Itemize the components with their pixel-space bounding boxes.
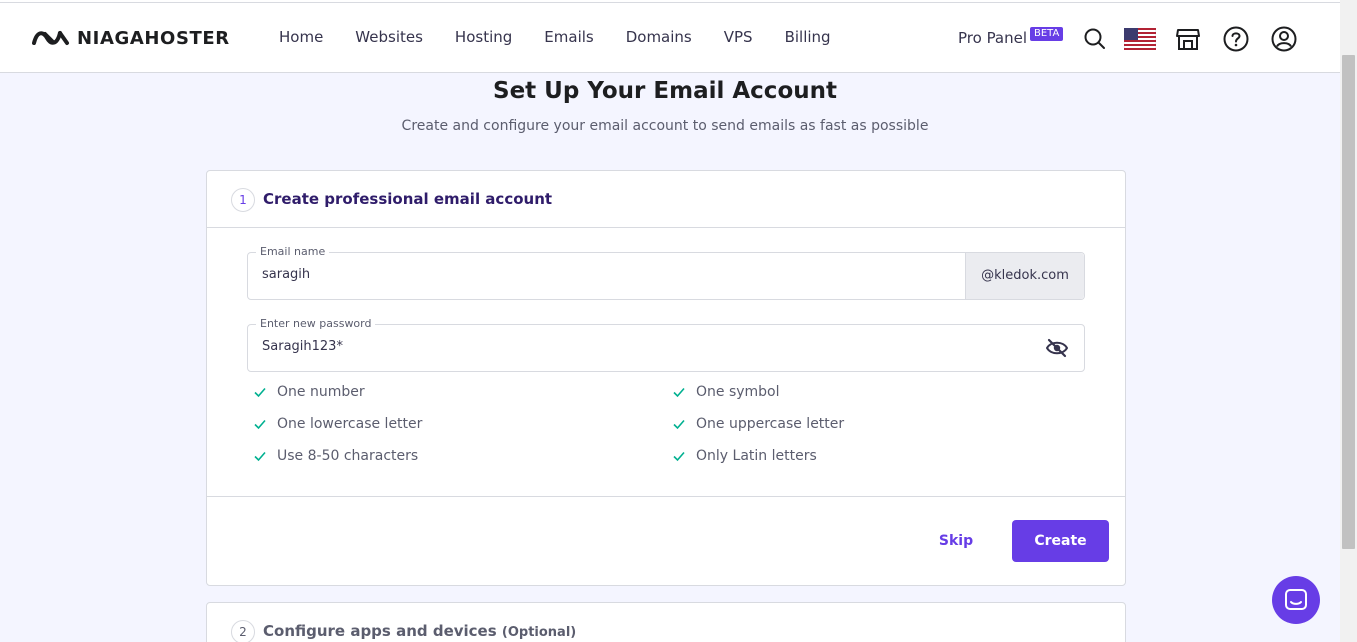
optional-tag: (Optional) [501, 625, 577, 640]
check-icon [673, 451, 685, 462]
email-name-value[interactable]: saragih [262, 267, 310, 282]
page-title: Set Up Your Email Account [493, 78, 837, 104]
store-icon[interactable] [1175, 26, 1201, 52]
rule-one-number: One number [253, 384, 365, 400]
us-flag-icon[interactable] [1124, 28, 1156, 50]
scrollbar-thumb[interactable] [1342, 55, 1355, 549]
account-icon[interactable] [1271, 26, 1297, 52]
check-icon [254, 387, 266, 398]
rule-one-symbol: One symbol [672, 384, 780, 400]
help-icon[interactable] [1223, 26, 1249, 52]
top-navbar: NIAGAHOSTER Home Websites Hosting Emails… [0, 3, 1340, 73]
rule-label: One uppercase letter [696, 416, 845, 432]
create-email-card: 1 Create professional email account Emai… [206, 170, 1126, 586]
card-header: 1 Create professional email account [207, 171, 1125, 228]
step-number: 2 [231, 620, 255, 642]
rule-one-uppercase: One uppercase letter [672, 416, 844, 432]
rule-label: One number [277, 384, 365, 400]
card-divider [207, 496, 1125, 497]
check-icon [254, 419, 266, 430]
beta-badge: BETA [1030, 27, 1064, 41]
hide-password-icon[interactable] [1046, 338, 1068, 358]
card-title: Configure apps and devices (Optional) [263, 622, 576, 640]
logo-mark-icon [32, 31, 69, 45]
rule-label: One symbol [696, 384, 780, 400]
password-label: Enter new password [256, 316, 376, 332]
rule-one-lowercase: One lowercase letter [253, 416, 422, 432]
nav-emails[interactable]: Emails [544, 27, 593, 47]
card-title: Create professional email account [263, 190, 553, 208]
chat-icon [1285, 589, 1307, 610]
rule-label: One lowercase letter [277, 416, 423, 432]
email-name-field[interactable]: Email name saragih @kledok.com [247, 244, 1085, 300]
nav-hosting[interactable]: Hosting [455, 27, 512, 47]
check-icon [673, 419, 685, 430]
niagahoster-logo[interactable]: NIAGAHOSTER [31, 27, 230, 49]
password-value[interactable]: Saragih123* [262, 339, 343, 354]
password-field[interactable]: Enter new password Saragih123* [247, 316, 1085, 372]
check-icon [673, 387, 685, 398]
step-number: 1 [231, 188, 255, 212]
brand-name: NIAGAHOSTER [77, 27, 230, 49]
skip-button[interactable]: Skip [932, 521, 980, 561]
rule-latin-letters: Only Latin letters [672, 448, 817, 464]
card-title-text: Configure apps and devices [263, 622, 497, 640]
email-name-label: Email name [256, 244, 330, 260]
page-subtitle: Create and configure your email account … [401, 118, 929, 134]
rule-label: Use 8-50 characters [277, 448, 419, 464]
email-domain-suffix: @kledok.com [965, 253, 1084, 299]
nav-vps[interactable]: VPS [724, 27, 753, 47]
main-nav: Home Websites Hosting Emails Domains VPS… [279, 27, 863, 47]
rule-label: Only Latin letters [696, 448, 817, 464]
nav-domains[interactable]: Domains [626, 27, 692, 47]
chat-launcher-button[interactable] [1272, 576, 1320, 624]
rule-length: Use 8-50 characters [253, 448, 418, 464]
check-icon [254, 451, 266, 462]
nav-websites[interactable]: Websites [355, 27, 423, 47]
configure-apps-card[interactable]: 2 Configure apps and devices (Optional) [206, 602, 1126, 642]
nav-home[interactable]: Home [279, 27, 323, 47]
create-button[interactable]: Create [1012, 520, 1109, 562]
pro-panel-link[interactable]: Pro Panel [958, 29, 1027, 47]
nav-billing[interactable]: Billing [785, 27, 831, 47]
search-icon[interactable] [1082, 26, 1108, 52]
